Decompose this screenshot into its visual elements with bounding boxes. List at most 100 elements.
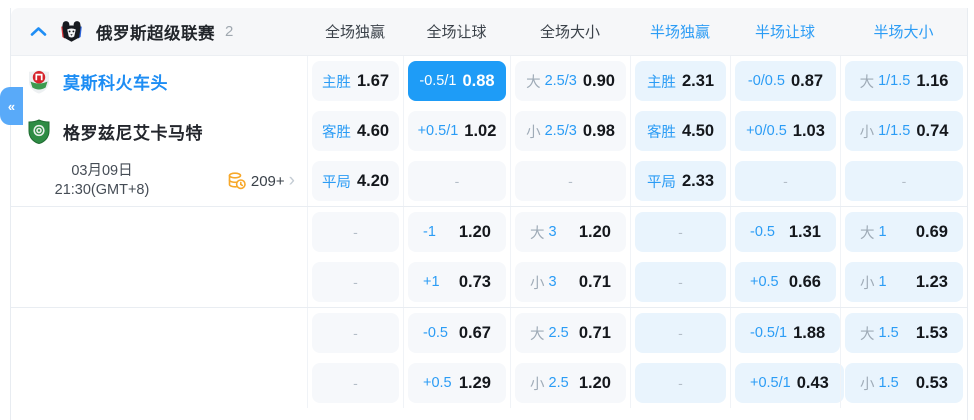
odds-cell[interactable]: 小 2.5 1.20 xyxy=(515,363,626,403)
odds-selection-label: +0/0.5 xyxy=(746,123,787,139)
odds-selection-label: 大 1.5 xyxy=(860,325,899,343)
odds-row: - +1 0.73 小 3 0.71 - +0.5 0.66 小 1 1.23 xyxy=(307,257,967,307)
odds-cell[interactable]: 客胜 4.50 xyxy=(635,111,726,151)
odds-column-ht-1x2: - xyxy=(630,257,730,307)
odds-cell[interactable]: 大 2.5/3 0.90 xyxy=(515,61,626,101)
odds-column-ht-ou: 小 1/1.5 0.74 xyxy=(840,106,967,156)
odds-selection-label: +0.5 xyxy=(423,375,452,391)
extra-odds-rows-2: - -0.5 0.67 大 2.5 0.71- -0.5/1 1.88 大 1.5 1.53- +0.… xyxy=(307,308,967,408)
odds-selection-label: 小 2.5/3 xyxy=(526,123,577,141)
collapse-side-tab[interactable]: « xyxy=(0,87,23,125)
odds-cell-empty: - xyxy=(312,212,399,252)
odds-column-ft-1x2: - xyxy=(307,207,403,257)
away-team-logo-icon xyxy=(28,118,50,144)
odds-cell[interactable]: +0/0.5 1.03 xyxy=(735,111,836,151)
home-team-logo-icon xyxy=(28,69,50,94)
odds-value: 0.69 xyxy=(915,222,948,241)
odds-cell-empty: - xyxy=(515,161,626,201)
odds-selection-label: -0.5/1 xyxy=(419,73,457,89)
more-markets-button[interactable]: 209+ › xyxy=(227,171,295,192)
odds-column-ft-ou: 小 2.5 1.20 xyxy=(510,358,630,408)
odds-cell[interactable]: 平局 4.20 xyxy=(312,161,399,201)
odds-cell[interactable]: 大 1.5 1.53 xyxy=(845,313,963,353)
odds-selection-label: +0.5/1 xyxy=(750,375,791,391)
odds-cell[interactable]: +0.5/1 1.02 xyxy=(408,111,506,151)
odds-cell[interactable]: 大 1/1.5 1.16 xyxy=(845,61,963,101)
odds-cell[interactable]: 大 3 1.20 xyxy=(515,212,626,252)
odds-row: 主胜 1.67 -0.5/1 0.88 大 2.5/3 0.90 主胜 2.31 -0/0.5 0.… xyxy=(307,56,967,106)
odds-value: 2.33 xyxy=(681,171,715,190)
empty-left-column xyxy=(11,308,307,408)
odds-value: 0.88 xyxy=(462,71,495,90)
odds-value: 1.20 xyxy=(578,373,611,392)
odds-column-ht-1x2: 客胜 4.50 xyxy=(630,106,730,156)
collapse-chevron-up-icon[interactable] xyxy=(30,26,47,37)
empty-left-column xyxy=(11,207,307,307)
odds-value: 0.53 xyxy=(915,373,948,392)
odds-cell[interactable]: 小 1.5 0.53 xyxy=(845,363,963,403)
markets-count: 209+ xyxy=(250,172,285,190)
odds-cell-empty: - xyxy=(845,161,963,201)
match-datetime-row: 03月09日 21:30(GMT+8) 209+ › xyxy=(11,156,307,206)
odds-cell[interactable]: +0.5 0.66 xyxy=(735,262,836,302)
odds-value: 0.73 xyxy=(458,272,491,291)
odds-cell[interactable]: -1 1.20 xyxy=(408,212,506,252)
odds-column-ft-handicap: -0.5 0.67 xyxy=(403,308,510,358)
odds-value: 2.31 xyxy=(681,71,715,90)
odds-column-ft-ou: - xyxy=(510,156,630,206)
odds-selection-label: 主胜 xyxy=(646,74,676,91)
odds-cell[interactable]: 小 2.5/3 0.98 xyxy=(515,111,626,151)
odds-selection-label: 小1 xyxy=(860,274,887,292)
odds-selection-label: 客胜 xyxy=(646,124,676,141)
odds-cell[interactable]: -0/0.5 0.87 xyxy=(735,61,836,101)
match-info-column: 莫斯科火车头 格罗兹尼艾卡马特 03月09日 21:30(GMT+8) 209+… xyxy=(11,56,307,206)
collapse-left-icon: « xyxy=(7,98,16,114)
odds-selection-label: -0/0.5 xyxy=(747,73,785,89)
match-date: 03月09日 xyxy=(71,162,133,179)
odds-cell[interactable]: 小 1 1.23 xyxy=(845,262,963,302)
home-team-row[interactable]: 莫斯科火车头 xyxy=(11,56,307,106)
odds-cell[interactable]: -0.5/1 1.88 xyxy=(735,313,841,353)
away-team-row[interactable]: 格罗兹尼艾卡马特 xyxy=(11,106,307,156)
odds-value: 1.02 xyxy=(464,121,497,140)
column-header-ft-handicap: 全场让球 xyxy=(426,24,487,41)
odds-row: - -1 1.20 大 3 1.20 - -0.5 1.31 大 1 0.69 xyxy=(307,207,967,257)
odds-column-ht-1x2: 主胜 2.31 xyxy=(630,56,730,106)
away-team-name: 格罗兹尼艾卡马特 xyxy=(63,123,203,143)
odds-cell[interactable]: -0.5 0.67 xyxy=(408,313,506,353)
league-match-count: 2 xyxy=(225,23,234,40)
column-header-ht-1x2: 半场独赢 xyxy=(649,24,710,41)
league-panel: 俄罗斯超级联赛 2 全场独赢 全场让球 全场大小 半场独赢 半场让球 半场大小 xyxy=(10,8,968,420)
odds-column-ht-handicap: +0.5/1 0.43 xyxy=(730,358,844,408)
odds-column-ht-1x2: - xyxy=(630,207,730,257)
odds-column-ft-handicap: +1 0.73 xyxy=(403,257,510,307)
odds-cell[interactable]: 主胜 2.31 xyxy=(635,61,726,101)
odds-cell[interactable]: 主胜 1.67 xyxy=(312,61,399,101)
odds-cell[interactable]: +1 0.73 xyxy=(408,262,506,302)
odds-column-ft-handicap: - xyxy=(403,156,510,206)
match-datetime: 03月09日 21:30(GMT+8) xyxy=(31,162,173,200)
odds-cell[interactable]: 平局 2.33 xyxy=(635,161,726,201)
odds-cell[interactable]: +0.5/1 0.43 xyxy=(735,363,844,403)
odds-cell[interactable]: -0.5/1 0.88 xyxy=(408,61,506,101)
league-header-left: 俄罗斯超级联赛 2 xyxy=(11,19,307,44)
odds-value: 0.66 xyxy=(788,272,821,291)
column-header-ht-ou: 半场大小 xyxy=(873,24,934,41)
odds-cell[interactable]: 大 2.5 0.71 xyxy=(515,313,626,353)
odds-cell[interactable]: -0.5 1.31 xyxy=(735,212,836,252)
odds-column-ht-ou: 大 1.5 1.53 xyxy=(840,308,967,358)
odds-cell[interactable]: 大 1 0.69 xyxy=(845,212,963,252)
odds-cell[interactable]: 小 1/1.5 0.74 xyxy=(845,111,963,151)
odds-cell-empty: - xyxy=(312,262,399,302)
match-section: 莫斯科火车头 格罗兹尼艾卡马特 03月09日 21:30(GMT+8) 209+… xyxy=(11,56,967,206)
odds-column-ht-ou: - xyxy=(840,156,967,206)
odds-column-ht-1x2: - xyxy=(630,308,730,358)
odds-column-ht-ou: 大 1/1.5 1.16 xyxy=(840,56,967,106)
odds-column-ft-1x2: - xyxy=(307,257,403,307)
odds-cell[interactable]: 小 3 0.71 xyxy=(515,262,626,302)
odds-selection-label: -1 xyxy=(423,224,436,240)
odds-cell[interactable]: +0.5 1.29 xyxy=(408,363,506,403)
odds-value: 0.90 xyxy=(582,71,615,90)
odds-cell[interactable]: 客胜 4.60 xyxy=(312,111,399,151)
odds-value: 1.23 xyxy=(915,272,948,291)
